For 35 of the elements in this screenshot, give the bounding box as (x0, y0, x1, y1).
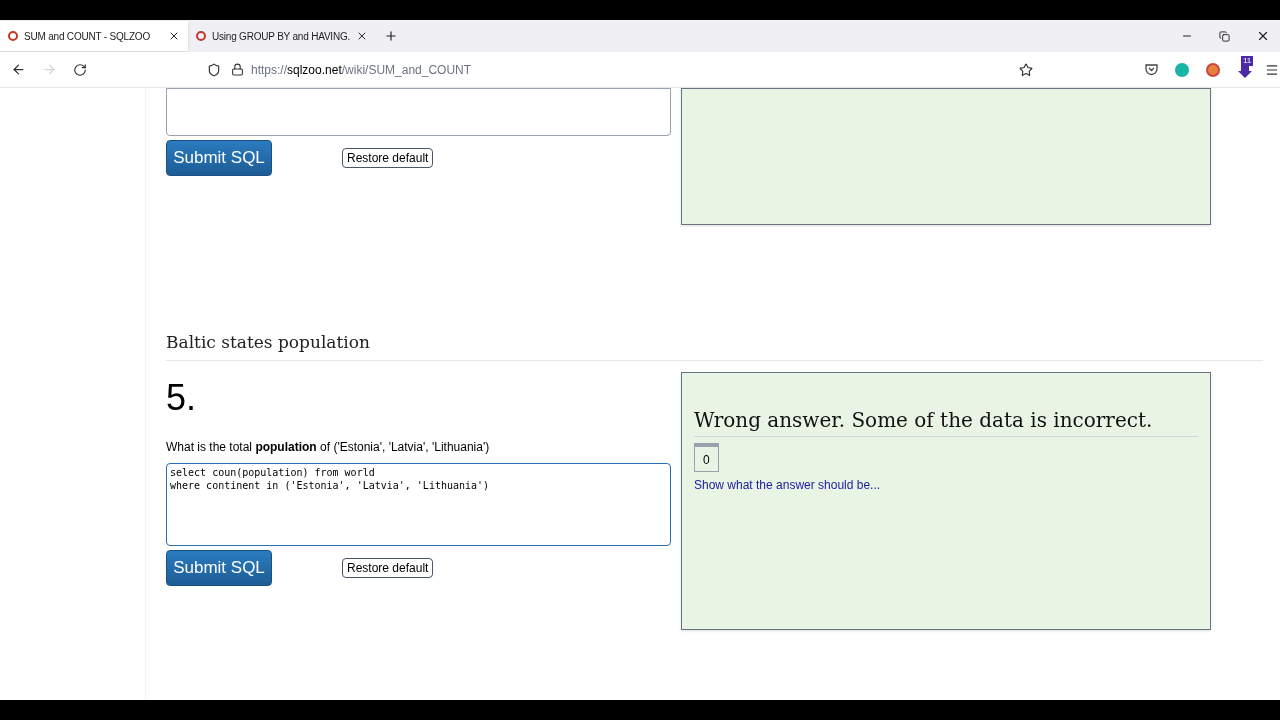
close-window-icon[interactable] (1256, 29, 1270, 43)
new-tab-icon[interactable] (384, 29, 398, 43)
exercise-number: 5. (166, 377, 198, 418)
site-icon (8, 31, 18, 41)
browser-tab[interactable]: Using GROUP BY and HAVING. (188, 21, 376, 51)
extension-badge: 11 (1241, 55, 1254, 66)
bookmark-star-icon[interactable] (1019, 62, 1033, 77)
address-field[interactable]: https://sqlzoo.net/wiki/SUM_and_COUNT (251, 60, 1001, 79)
close-icon[interactable] (356, 30, 368, 42)
reload-icon[interactable] (73, 62, 87, 77)
question-text: What is the total population of ('Estonia', 'Latvia', 'Lithuania') (166, 438, 491, 456)
close-icon[interactable] (168, 30, 180, 42)
result-cell: 0 (694, 442, 719, 472)
sql-editor[interactable]: select coun(population) from world where continent in ('Estonia', 'Latvia', 'Lithuania') (166, 462, 671, 546)
restore-window-icon[interactable] (1219, 30, 1230, 42)
tab-title: SUM and COUNT - SQLZOO (24, 29, 151, 44)
result-message: Wrong answer. Some of the data is incorrect. (694, 404, 1198, 437)
extension-icon[interactable] (1175, 62, 1189, 77)
sql-editor[interactable] (166, 88, 671, 136)
download-extension-icon[interactable] (1237, 65, 1253, 78)
show-answer-link[interactable]: Show what the answer should be... (694, 475, 1198, 494)
pocket-icon[interactable] (1145, 63, 1158, 76)
browser-tab[interactable]: SUM and COUNT - SQLZOO (0, 21, 188, 51)
restore-default-button[interactable]: Restore default (342, 148, 434, 168)
back-icon[interactable] (11, 62, 26, 77)
submit-button[interactable]: Submit SQL (166, 140, 272, 176)
blocker-extension-icon[interactable] (1206, 62, 1220, 77)
site-icon (196, 31, 206, 41)
shield-icon (207, 62, 221, 77)
tab-title: Using GROUP BY and HAVING. (211, 29, 351, 44)
section-heading: Baltic states population (166, 330, 1263, 361)
restore-default-button[interactable]: Restore default (342, 557, 434, 578)
lock-icon (231, 63, 244, 76)
submit-button[interactable]: Submit SQL (166, 549, 272, 586)
menu-icon[interactable] (1265, 62, 1279, 77)
